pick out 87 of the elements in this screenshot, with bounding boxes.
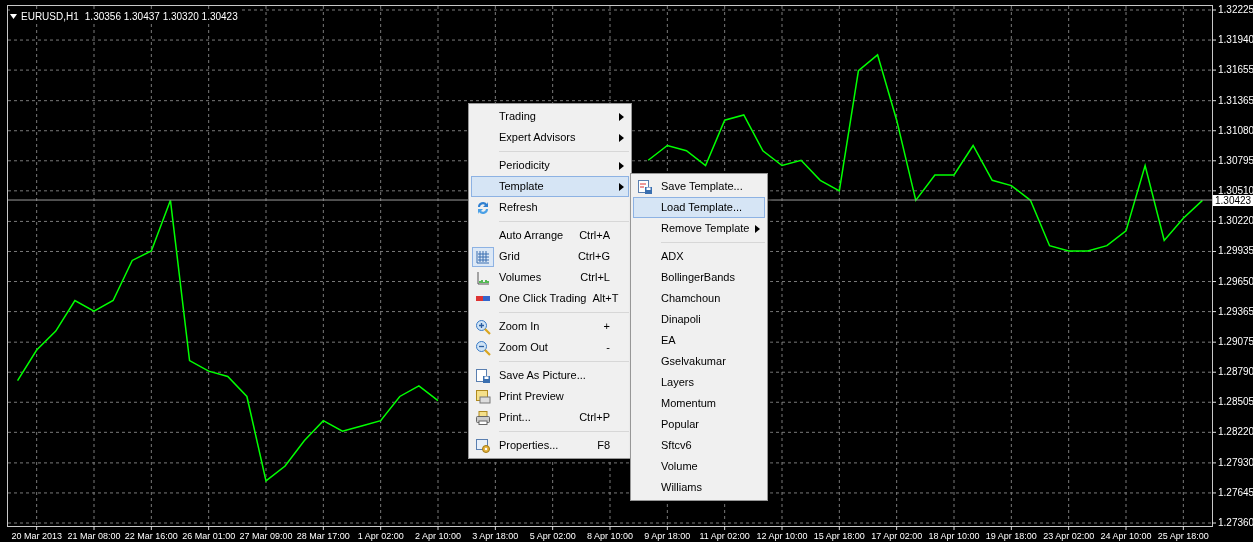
price-axis-label: 1.28220 <box>1218 426 1253 438</box>
price-axis-label: 1.32225 <box>1218 4 1253 15</box>
price-axis-label: 1.28790 <box>1218 366 1253 378</box>
save-picture-icon <box>475 367 491 384</box>
submenu-arrow-icon <box>618 112 624 121</box>
time-axis-label: 1 Apr 02:00 <box>357 531 404 541</box>
menu-item[interactable]: Print... Ctrl+P <box>471 407 629 428</box>
time-axis-label: 19 Apr 18:00 <box>985 531 1037 541</box>
menu-item[interactable]: Expert Advisors <box>471 127 629 148</box>
menu-item[interactable]: Dinapoli <box>633 309 765 330</box>
menu-item[interactable]: Zoom In + <box>471 316 629 337</box>
print-preview-icon <box>475 388 491 405</box>
menu-item[interactable]: Periodicity <box>471 155 629 176</box>
time-axis-label: 8 Apr 10:00 <box>587 531 633 541</box>
menu-item[interactable]: BollingerBands <box>633 267 765 288</box>
time-axis-label: 5 Apr 02:00 <box>529 531 576 541</box>
price-axis-label: 1.27360 <box>1218 517 1253 528</box>
menu-item[interactable]: Zoom Out - <box>471 337 629 358</box>
menu-item[interactable]: Layers <box>633 372 765 393</box>
volume-bars-icon <box>475 269 491 286</box>
price-axis-label: 1.31365 <box>1218 94 1253 106</box>
price-axis-label: 1.31655 <box>1218 64 1253 76</box>
save-template-icon <box>637 178 653 195</box>
menu-item[interactable]: ADX <box>633 246 765 267</box>
menu-item[interactable]: Save As Picture... <box>471 365 629 386</box>
trade-buttons-icon <box>476 296 490 301</box>
time-axis-label: 27 Mar 09:00 <box>239 531 293 541</box>
menu-item[interactable]: Properties... F8 <box>471 435 629 456</box>
time-axis-label: 17 Apr 02:00 <box>871 531 923 541</box>
time-axis-label: 24 Apr 10:00 <box>1100 531 1152 541</box>
price-axis-label: 1.29935 <box>1218 245 1253 257</box>
time-axis-label: 25 Apr 18:00 <box>1157 531 1209 541</box>
time-axis-label: 11 Apr 02:00 <box>699 531 750 541</box>
submenu-arrow-icon <box>618 161 624 170</box>
price-axis-label: 1.29365 <box>1218 305 1253 317</box>
menu-item[interactable]: Williams <box>633 477 765 498</box>
price-axis-label: 1.30220 <box>1218 215 1253 227</box>
price-axis-label: 1.30795 <box>1218 154 1253 166</box>
properties-icon <box>475 437 491 454</box>
grid-icon <box>475 248 491 265</box>
menu-item[interactable]: Load Template... <box>633 197 765 218</box>
price-axis-label: 1.31080 <box>1218 124 1253 136</box>
time-axis-label: 12 Apr 10:00 <box>756 531 808 541</box>
submenu-arrow-icon <box>754 224 760 233</box>
price-axis-label: 1.31940 <box>1218 34 1253 46</box>
zoom-in-icon <box>475 318 491 335</box>
price-axis-label: 1.29650 <box>1218 275 1253 287</box>
menu-item[interactable]: EA <box>633 330 765 351</box>
time-axis-label: 21 Mar 08:00 <box>67 531 121 541</box>
menu-item[interactable]: Grid Ctrl+G <box>471 246 629 267</box>
chart-symbol: EURUSD,H1 <box>21 10 79 24</box>
price-axis-label: 1.28505 <box>1218 396 1253 408</box>
caret-icon[interactable] <box>10 14 17 19</box>
time-axis-label: 2 Apr 10:00 <box>415 531 461 541</box>
price-axis-label: 1.30510 <box>1218 184 1253 196</box>
chart-quote: 1.30356 1.30437 1.30320 1.30423 <box>84 10 238 24</box>
menu-item[interactable]: Trading <box>471 106 629 127</box>
time-axis-label: 3 Apr 18:00 <box>472 531 519 541</box>
menu-item[interactable]: Volumes Ctrl+L <box>471 267 629 288</box>
printer-icon <box>475 409 491 426</box>
submenu-arrow-icon <box>618 133 624 142</box>
time-axis-label: 18 Apr 10:00 <box>928 531 980 541</box>
menu-item[interactable]: Template <box>471 176 629 197</box>
zoom-out-icon <box>475 339 491 356</box>
menu-item[interactable]: One Click Trading Alt+T <box>471 288 629 309</box>
price-axis-label: 1.27930 <box>1218 456 1253 468</box>
time-axis-label: 15 Apr 18:00 <box>813 531 865 541</box>
time-axis-label: 28 Mar 17:00 <box>296 531 350 541</box>
time-axis-label: 23 Apr 02:00 <box>1043 531 1095 541</box>
price-axis-label: 1.27645 <box>1218 486 1253 498</box>
menu-item[interactable]: Popular <box>633 414 765 435</box>
time-axis-label: 20 Mar 2013 <box>11 531 62 541</box>
menu-item[interactable]: Print Preview <box>471 386 629 407</box>
menu-item[interactable]: Gselvakumar <box>633 351 765 372</box>
menu-item[interactable]: Volume <box>633 456 765 477</box>
menu-item[interactable]: Chamchoun <box>633 288 765 309</box>
time-axis-label: 22 Mar 16:00 <box>124 531 178 541</box>
menu-item[interactable]: Save Template... <box>633 176 765 197</box>
refresh-icon <box>475 199 491 216</box>
menu-item[interactable]: Auto Arrange Ctrl+A <box>471 225 629 246</box>
time-axis-label: 26 Mar 01:00 <box>182 531 236 541</box>
price-axis-label: 1.29075 <box>1218 336 1253 348</box>
menu-item[interactable]: Remove Template <box>633 218 765 239</box>
time-axis-label: 9 Apr 18:00 <box>644 531 691 541</box>
menu-item[interactable]: Sftcv6 <box>633 435 765 456</box>
menu-item[interactable]: Momentum <box>633 393 765 414</box>
submenu-arrow-icon <box>618 182 624 191</box>
